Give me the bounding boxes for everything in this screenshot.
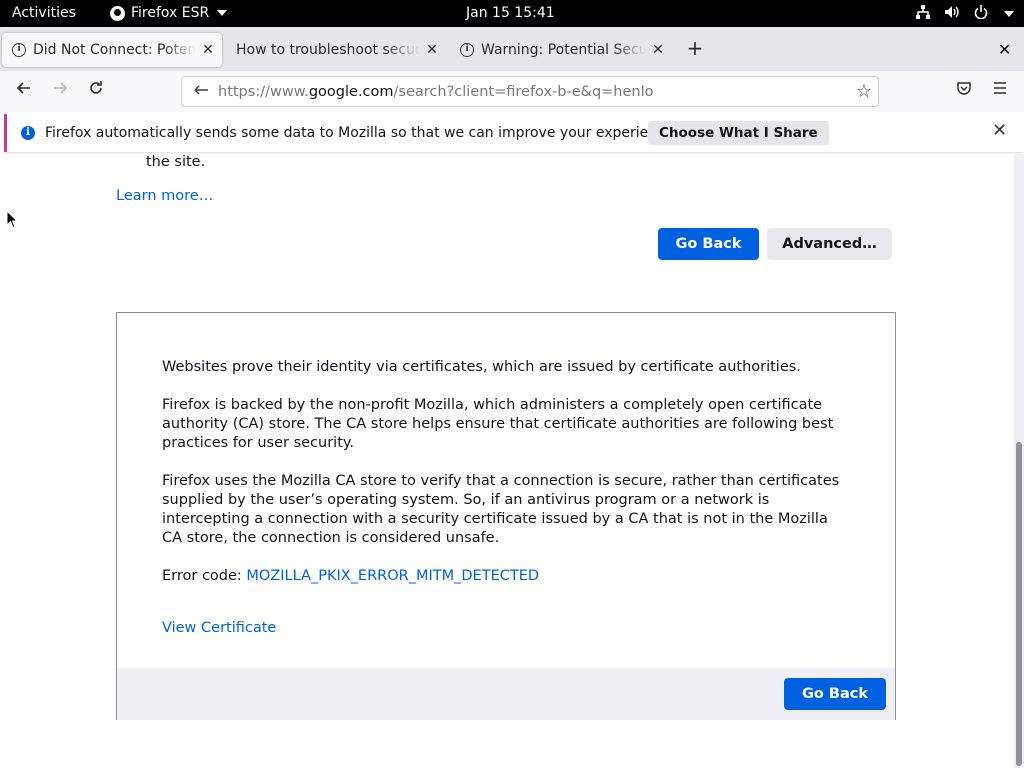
url-host: google.com [308,83,394,100]
app-menu-button[interactable] [988,80,1012,104]
url-path: /search?client=firefox-b-e&q=henlo [393,83,654,100]
error-code-line: Error code: MOZILLA_PKIX_ERROR_MITM_DETE… [162,567,852,586]
data-collection-notification: i Firefox automatically sends some data … [4,114,1024,152]
url-prefix: https://www. [218,83,309,100]
scrollbar-thumb[interactable] [1016,442,1022,766]
system-top-bar: Activities Firefox ESR Jan 15 15:41 [0,0,1024,27]
forward-arrow-icon [54,82,68,94]
vertical-scrollbar[interactable] [1014,154,1024,768]
choose-what-i-share-button[interactable]: Choose What I Share [648,121,829,145]
tab-strip: i Did Not Connect: Potential Security Is… [0,27,1024,71]
advanced-button[interactable]: Advanced… [767,228,892,260]
network-icon [916,5,930,23]
clock[interactable]: Jan 15 15:41 [466,5,555,21]
tab-title: Did Not Connect: Potential Security Issu… [33,42,196,58]
panel-paragraph: Websites prove their identity via certif… [162,359,801,375]
chevron-down-icon [217,10,228,16]
system-tray[interactable] [916,5,1014,23]
advanced-panel: Websites prove their identity via certif… [116,312,896,720]
description-fragment: the site. [146,154,206,170]
view-certificate-link[interactable]: View Certificate [162,620,276,636]
power-icon [974,5,988,23]
go-back-button[interactable]: Go Back [658,228,759,260]
forward-button[interactable] [48,80,72,104]
reload-button[interactable] [84,80,108,104]
bookmark-star-icon[interactable]: ☆ [856,81,872,102]
navigation-toolbar: https://www.google.com/search?client=fir… [0,71,1024,112]
url-bar[interactable]: https://www.google.com/search?client=fir… [181,76,879,107]
close-icon[interactable]: ✕ [424,42,440,58]
info-icon: i [12,43,26,57]
tab-title: How to troubleshoot security error codes [236,42,420,58]
back-arrow-icon [16,82,30,94]
error-code-link[interactable]: MOZILLA_PKIX_ERROR_MITM_DETECTED [246,568,539,584]
close-icon[interactable]: ✕ [992,120,1007,141]
tab-warning[interactable]: i Warning: Potential Security Risk Ahead… [450,33,672,67]
volume-icon [944,5,960,23]
reload-icon [90,81,102,94]
notification-message: Firefox automatically sends some data to… [45,125,678,141]
tab-did-not-connect[interactable]: i Did Not Connect: Potential Security Is… [2,33,222,67]
error-code-label: Error code: [162,568,247,584]
window-close-button[interactable]: ✕ [998,40,1011,59]
activities-button[interactable]: Activities [12,5,76,21]
pocket-icon [957,82,971,95]
pocket-button[interactable] [952,80,976,104]
firefox-icon [110,5,125,21]
hamburger-menu-icon [994,82,1006,94]
info-icon: i [21,126,35,140]
tab-title: Warning: Potential Security Risk Ahead [481,42,646,58]
app-menu[interactable]: Firefox ESR [110,5,228,21]
close-icon[interactable]: ✕ [200,42,216,58]
go-back-button[interactable]: Go Back [784,678,886,710]
url-text[interactable]: https://www.google.com/search?client=fir… [218,84,654,100]
panel-paragraph: Firefox is backed by the non-profit Mozi… [162,397,834,451]
mouse-pointer-icon [6,210,18,229]
app-menu-label: Firefox ESR [131,5,210,21]
tab-troubleshoot[interactable]: How to troubleshoot security error codes… [226,33,446,67]
back-button[interactable] [12,80,36,104]
learn-more-link[interactable]: Learn more… [116,188,213,204]
site-info-icon[interactable] [188,83,214,101]
panel-paragraph: Firefox uses the Mozilla CA store to ver… [162,473,840,546]
info-icon: i [460,43,474,57]
page-content: the site. Learn more… Go Back Advanced… … [0,154,1014,768]
close-icon[interactable]: ✕ [650,42,666,58]
chevron-down-icon [1004,11,1014,17]
panel-footer: Go Back [117,668,895,720]
new-tab-button[interactable]: + [684,38,706,60]
